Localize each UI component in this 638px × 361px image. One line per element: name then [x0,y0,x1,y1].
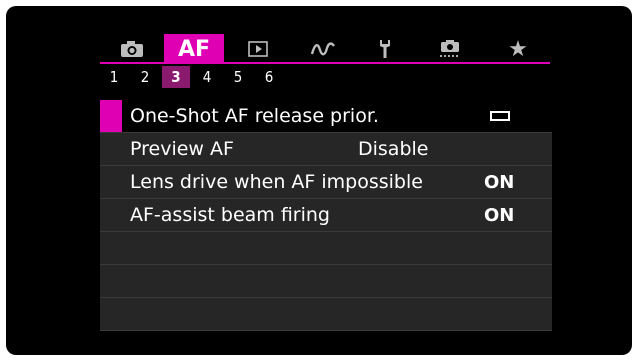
page-2[interactable]: 2 [131,66,159,88]
release-priority-icon [490,111,510,121]
menu-item-empty [100,265,552,298]
menu-tab-bar: AF ★ [100,34,552,64]
menu-item-preview-af[interactable]: Preview AF Disable [100,133,552,166]
tab-af[interactable]: AF [164,34,224,64]
tab-af-label: AF [177,36,211,62]
page-6[interactable]: 6 [255,66,283,88]
custom-function-icon [439,40,459,58]
page-5[interactable]: 5 [224,66,252,88]
menu-item-value: Disable [358,138,429,160]
wireless-icon [310,42,335,56]
tab-underline [100,62,550,64]
menu-item-label: One-Shot AF release prior. [130,105,379,127]
page-4[interactable]: 4 [193,66,221,88]
play-icon [248,41,268,57]
page-1[interactable]: 1 [100,66,128,88]
tab-wireless[interactable] [292,34,354,64]
page-selector: 1 2 3 4 5 6 [100,66,283,88]
menu-item-label: AF-assist beam firing [130,204,330,226]
menu-item-label: Lens drive when AF impossible [130,171,423,193]
menu-item-lens-drive[interactable]: Lens drive when AF impossible ON [100,166,552,199]
menu-item-af-assist-beam[interactable]: AF-assist beam firing ON [100,199,552,232]
menu-item-empty [100,298,552,331]
tab-setup[interactable] [354,34,416,64]
wrench-icon [380,40,390,58]
tab-custom[interactable] [416,34,484,64]
page-3[interactable]: 3 [162,66,190,88]
menu-item-value: ON [484,171,515,193]
menu-item-empty [100,232,552,265]
tab-playback[interactable] [224,34,292,64]
menu-item-value: ON [484,204,515,226]
star-icon: ★ [508,36,528,62]
menu-list: One-Shot AF release prior. Preview AF Di… [100,100,552,331]
camera-icon [121,41,143,57]
tab-shooting[interactable] [100,34,164,64]
menu-item-one-shot-af-release[interactable]: One-Shot AF release prior. [100,100,552,133]
menu-item-label: Preview AF [130,138,234,160]
tab-mymenu[interactable]: ★ [484,34,552,64]
